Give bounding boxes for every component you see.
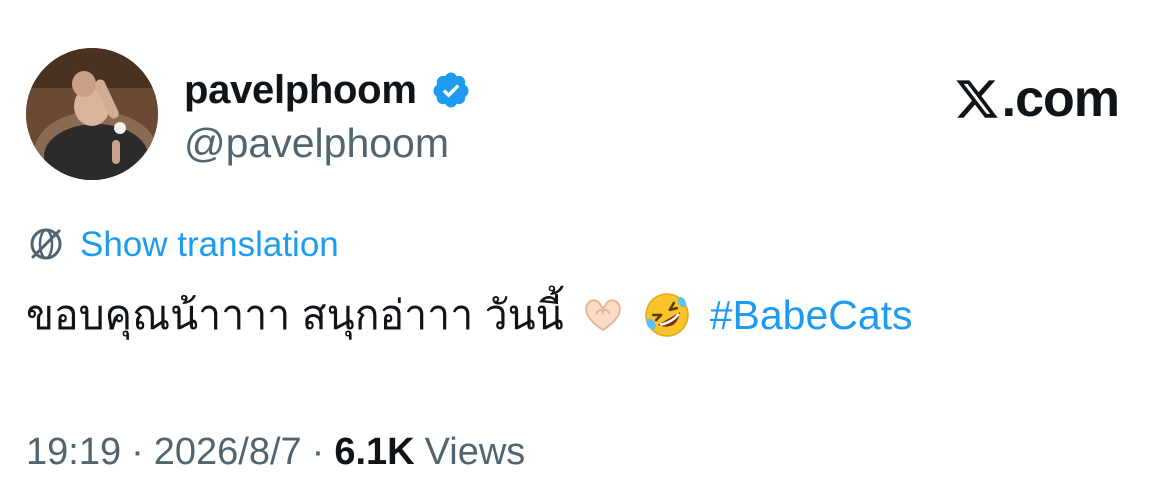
tweet-meta: 19:19 · 2026/8/7 · 6.1K Views — [26, 428, 525, 476]
author-display-name[interactable]: pavelphoom — [184, 70, 417, 110]
show-translation-label[interactable]: Show translation — [80, 227, 339, 262]
verified-badge-icon — [431, 70, 471, 110]
author-handle[interactable]: @pavelphoom — [184, 120, 449, 167]
views-count[interactable]: 6.1K — [334, 431, 414, 474]
heart-hands-emoji — [578, 290, 628, 340]
hashtag-link[interactable]: #BabeCats — [710, 292, 913, 339]
x-logo-icon — [954, 76, 1000, 122]
tweet-text: ขอบคุณน้าาาา สนุกอ่าาา วันนี้ #BabeCats — [26, 285, 913, 345]
globe-icon — [26, 224, 66, 264]
tweet-time[interactable]: 19:19 — [26, 431, 121, 474]
profile-photo — [26, 48, 158, 180]
author-name-row[interactable]: pavelphoom — [184, 64, 471, 116]
meta-separator: · — [311, 430, 325, 473]
site-name: .com — [1001, 70, 1120, 128]
views-label: Views — [424, 430, 526, 473]
meta-separator: · — [131, 430, 144, 473]
tweet-date[interactable]: 2026/8/7 — [154, 431, 302, 474]
rolling-on-floor-laughing-emoji — [642, 290, 692, 340]
show-translation-button[interactable]: Show translation — [26, 222, 339, 266]
site-logo[interactable]: .com — [954, 70, 1120, 128]
avatar[interactable] — [26, 48, 158, 180]
tweet-text-content: ขอบคุณน้าาาา สนุกอ่าาา วันนี้ — [26, 291, 564, 338]
